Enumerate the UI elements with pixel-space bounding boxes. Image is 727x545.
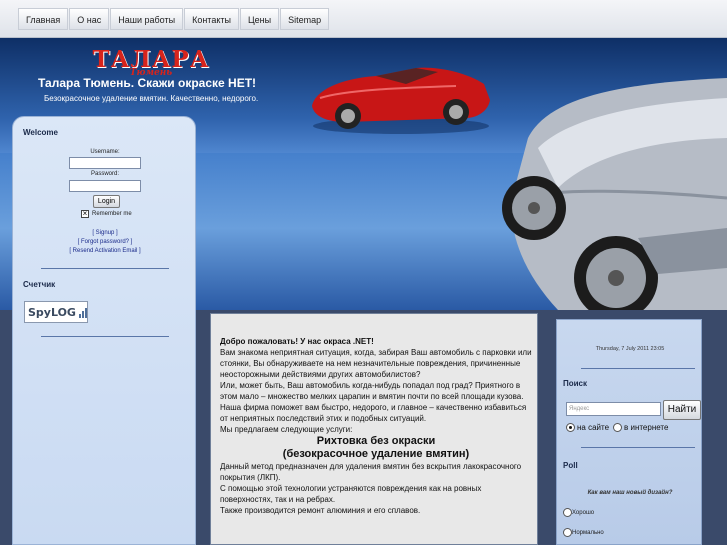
sidebar-divider <box>581 447 695 448</box>
password-input[interactable] <box>69 180 141 192</box>
main-content: Добро пожаловать! У нас окраса .NET! Вам… <box>210 313 538 545</box>
paragraph: Вам знакома неприятная ситуация, когда, … <box>220 348 532 379</box>
site-title: Талара Тюмень. Скажи окраске НЕТ! <box>38 76 257 90</box>
remember-me-label: Remember me <box>92 211 132 217</box>
site-tagline: Безокрасочное удаление вмятин. Качествен… <box>44 94 259 103</box>
login-heading: Welcome <box>23 128 58 137</box>
poll-heading: Poll <box>563 461 578 470</box>
top-navigation-bar: Главная О нас Наши работы Контакты Цены … <box>0 0 727 38</box>
poll-option-label: Хорошо <box>572 510 595 516</box>
scope-site-radio[interactable] <box>566 423 575 432</box>
silver-car-image <box>502 78 727 310</box>
counter-badge-text: SpyLOG <box>28 305 76 319</box>
service-title: Рихтовка без окраски <box>316 435 436 447</box>
current-date: Thursday, 7 July 2011 23:05 <box>595 346 665 352</box>
article: Добро пожаловать! У нас окраса .NET! Вам… <box>220 336 532 516</box>
forgot-password-link[interactable]: [ Forgot password? ] <box>13 239 197 245</box>
sidebar-divider <box>41 268 169 269</box>
search-input[interactable]: Яндекс <box>566 402 661 416</box>
red-car-image <box>312 67 490 134</box>
poll-question: Как вам наш новый дизайн? <box>587 490 673 496</box>
nav-home[interactable]: Главная <box>18 8 69 30</box>
paragraph: Данный метод предназначен для удаления в… <box>220 462 522 482</box>
paragraph: Или, может быть, Ваш автомобиль когда-ни… <box>220 381 524 401</box>
search-button[interactable]: Найти <box>663 400 701 420</box>
username-input[interactable] <box>69 157 141 169</box>
poll-option-label: Нормально <box>572 530 604 536</box>
counter-bars-icon <box>78 306 88 318</box>
poll-option-radio[interactable] <box>563 508 572 517</box>
signup-link[interactable]: [ Signup ] <box>13 230 197 236</box>
remember-me-checkbox[interactable]: × <box>81 210 89 218</box>
left-sidebar: Welcome Username: Password: Login × Reme… <box>12 116 196 545</box>
sidebar-divider <box>581 368 695 369</box>
login-button[interactable]: Login <box>93 195 120 208</box>
right-sidebar: Thursday, 7 July 2011 23:05 Поиск Яндекс… <box>556 319 702 545</box>
spylog-counter-badge[interactable]: SpyLOG <box>24 301 88 323</box>
paragraph: Наша фирма поможет вам быстро, недорого,… <box>220 403 527 423</box>
password-label: Password: <box>90 171 119 177</box>
resend-activation-link[interactable]: [ Resend Activation Email ] <box>13 248 197 254</box>
scope-site-label: на сайте <box>577 423 610 432</box>
nav-prices[interactable]: Цены <box>239 8 280 30</box>
scope-web-radio[interactable] <box>613 423 622 432</box>
scope-web-label: в интернете <box>624 423 669 432</box>
username-label: Username: <box>90 149 120 155</box>
nav-contacts[interactable]: Контакты <box>184 8 239 30</box>
paragraph: Мы предлагаем следующие услуги: <box>220 425 353 434</box>
welcome-text: Добро пожаловать! У нас окраса .NET! <box>220 337 374 346</box>
service-subtitle: (безокрасочное удаление вмятин) <box>282 448 470 460</box>
paragraph: С помощью этой технологии устраняются по… <box>220 484 482 504</box>
main-menu: Главная О нас Наши работы Контакты Цены … <box>18 8 330 30</box>
nav-sitemap[interactable]: Sitemap <box>280 8 330 30</box>
site-logo[interactable]: ТАЛАРА Тюмень <box>86 46 216 80</box>
sidebar-divider <box>41 336 169 337</box>
poll-option-radio[interactable] <box>563 528 572 537</box>
counter-heading: Счетчик <box>23 280 56 289</box>
paragraph: Также производится ремонт алюминия и его… <box>220 506 421 515</box>
nav-works[interactable]: Наши работы <box>110 8 184 30</box>
nav-about[interactable]: О нас <box>69 8 110 30</box>
search-heading: Поиск <box>563 379 588 388</box>
